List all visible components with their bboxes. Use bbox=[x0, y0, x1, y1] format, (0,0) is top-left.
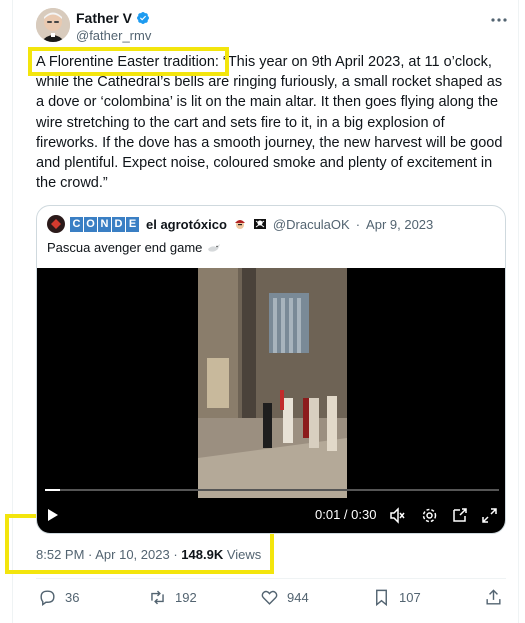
quote-header: C O N D E el agrotóxico @DraculaOK · Apr… bbox=[47, 215, 433, 233]
share-icon bbox=[486, 589, 501, 605]
heart-icon bbox=[261, 590, 278, 605]
bookmark-button[interactable]: 107 bbox=[372, 588, 421, 607]
author-name[interactable]: Father V bbox=[76, 10, 132, 26]
video-progress-fill bbox=[45, 489, 60, 491]
share-button[interactable] bbox=[484, 588, 503, 607]
settings-gear-icon[interactable] bbox=[421, 507, 438, 524]
verified-badge-icon bbox=[137, 12, 149, 24]
quote-separator: · bbox=[355, 216, 361, 232]
badge-letter: C bbox=[70, 216, 83, 232]
quote-avatar[interactable] bbox=[47, 215, 65, 233]
divider bbox=[36, 578, 506, 579]
tweet-meta: 8:52 PM · Apr 10, 2023 · 148.9K Views bbox=[36, 547, 261, 562]
name-row: Father V bbox=[76, 10, 150, 26]
badge-letter: N bbox=[98, 216, 111, 232]
reply-button[interactable]: 36 bbox=[38, 588, 79, 607]
bookmark-count: 107 bbox=[399, 590, 421, 605]
quote-text: Pascua avenger end game bbox=[47, 240, 203, 255]
video-player[interactable]: 0:01 / 0:30 bbox=[37, 268, 505, 533]
mute-icon[interactable] bbox=[389, 507, 406, 524]
reply-icon bbox=[40, 590, 55, 607]
badge-letter: D bbox=[112, 216, 125, 232]
quote-author-name[interactable]: el agrotóxico bbox=[146, 217, 227, 232]
like-button[interactable]: 944 bbox=[260, 588, 309, 607]
like-count: 944 bbox=[287, 590, 309, 605]
quote-author-handle[interactable]: @DraculaOK bbox=[273, 217, 350, 232]
repost-icon bbox=[151, 590, 164, 605]
pirate-emoji-icon bbox=[234, 220, 245, 229]
badge-letter: E bbox=[126, 216, 139, 232]
quoted-tweet[interactable]: C O N D E el agrotóxico @DraculaOK · Apr… bbox=[36, 205, 506, 534]
avatar[interactable] bbox=[36, 8, 70, 42]
views-label: Views bbox=[226, 547, 262, 562]
fullscreen-icon[interactable] bbox=[481, 507, 498, 524]
dove-emoji-icon bbox=[208, 243, 221, 252]
badge-letter: O bbox=[84, 216, 97, 232]
quote-name-badge: C O N D E bbox=[70, 216, 139, 232]
skull-flag-icon bbox=[253, 219, 266, 229]
bookmark-icon bbox=[376, 589, 387, 607]
highlight-box-tradition bbox=[28, 47, 229, 76]
views-count: 148.9K bbox=[181, 547, 224, 562]
quote-body: Pascua avenger end game bbox=[47, 240, 221, 255]
play-icon[interactable] bbox=[47, 508, 59, 522]
quote-date[interactable]: Apr 9, 2023 bbox=[366, 217, 433, 232]
tweet-header: Father V @father_rmv bbox=[36, 8, 511, 48]
action-bar: 36 192 944 107 bbox=[38, 588, 506, 608]
repost-count: 192 bbox=[175, 590, 197, 605]
more-options-icon[interactable] bbox=[489, 12, 509, 28]
video-frame bbox=[198, 268, 347, 498]
tweet-timestamp[interactable]: 8:52 PM · Apr 10, 2023 bbox=[36, 547, 170, 562]
right-border bbox=[518, 0, 519, 623]
video-progress-bar[interactable] bbox=[45, 489, 499, 491]
repost-button[interactable]: 192 bbox=[148, 588, 197, 607]
author-handle[interactable]: @father_rmv bbox=[76, 28, 151, 43]
picture-in-picture-icon[interactable] bbox=[452, 507, 469, 524]
video-time: 0:01 / 0:30 bbox=[315, 507, 377, 522]
reply-count: 36 bbox=[65, 590, 80, 605]
